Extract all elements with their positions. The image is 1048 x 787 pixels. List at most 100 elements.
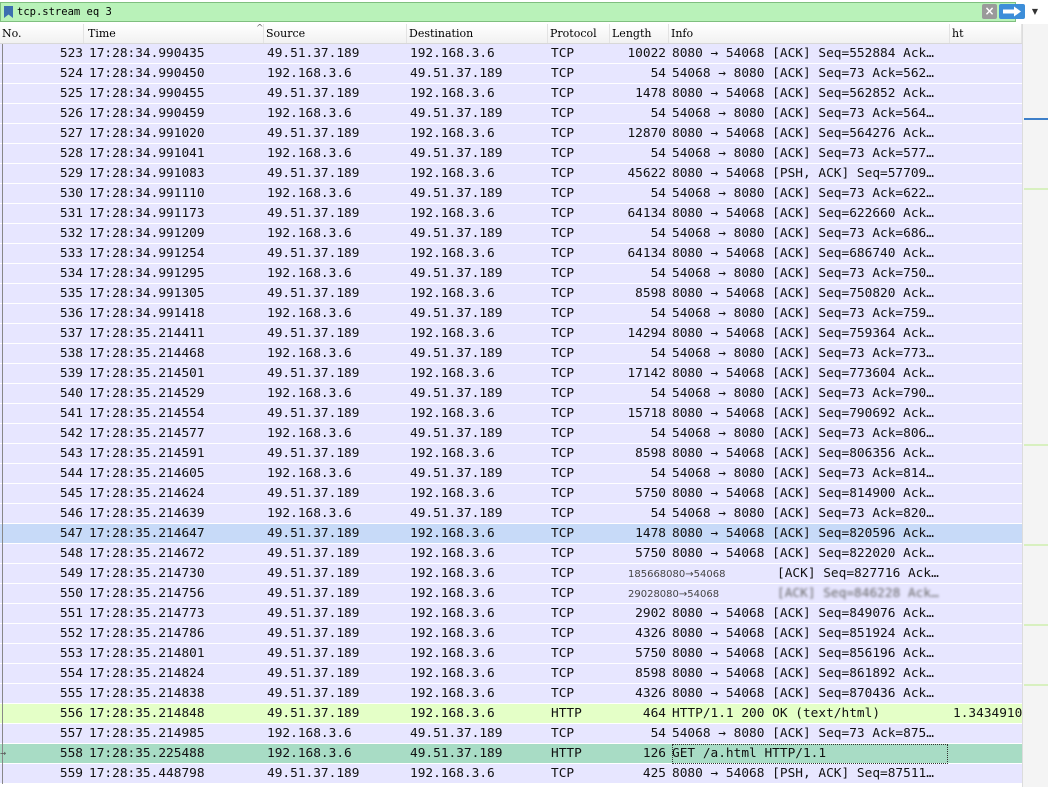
- display-filter-input[interactable]: tcp.stream eq 3: [0, 2, 1016, 22]
- packet-row[interactable]: 523 17:28:34.990435 49.51.37.189 192.168.3.…: [0, 44, 1022, 64]
- apply-filter-button[interactable]: [999, 4, 1025, 19]
- column-header-time[interactable]: Time ^: [86, 24, 264, 43]
- packet-row[interactable]: 527 17:28:34.991020 49.51.37.189 192.168.3.…: [0, 124, 1022, 144]
- packet-row[interactable]: 555 17:28:35.214838 49.51.37.189 192.168.3.…: [0, 684, 1022, 704]
- packet-time: 17:28:35.214838: [89, 686, 205, 701]
- packet-protocol: TCP: [551, 646, 575, 661]
- packet-ht: [953, 64, 1022, 84]
- packet-row[interactable]: 544 17:28:35.214605 192.168.3.6 49.51.37.18…: [0, 464, 1022, 484]
- packet-row[interactable]: 536 17:28:34.991418 192.168.3.6 49.51.37.18…: [0, 304, 1022, 324]
- packet-time: 17:28:35.214577: [89, 426, 205, 441]
- packet-protocol: TCP: [551, 386, 575, 401]
- packet-row[interactable]: 554 17:28:35.214824 49.51.37.189 192.168.3.…: [0, 664, 1022, 684]
- packet-number: 530: [59, 186, 83, 201]
- packet-row[interactable]: 529 17:28:34.991083 49.51.37.189 192.168.3.…: [0, 164, 1022, 184]
- packet-destination: 49.51.37.189: [410, 466, 503, 481]
- packet-row[interactable]: 550 17:28:35.214756 49.51.37.189 192.168.3.…: [0, 584, 1022, 604]
- packet-row[interactable]: 545 17:28:35.214624 49.51.37.189 192.168.3.…: [0, 484, 1022, 504]
- packet-time: 17:28:34.990435: [89, 46, 205, 61]
- packet-row[interactable]: 553 17:28:35.214801 49.51.37.189 192.168.3.…: [0, 644, 1022, 664]
- packet-info: 54068 → 8080 [ACK] Seq=73 Ack=875…: [672, 726, 934, 741]
- column-header-destination[interactable]: Destination: [407, 24, 548, 43]
- packet-number: 543: [59, 446, 83, 461]
- packet-row[interactable]: 533 17:28:34.991254 49.51.37.189 192.168.3.…: [0, 244, 1022, 264]
- packet-source: 49.51.37.189: [267, 326, 360, 341]
- packet-source: 192.168.3.6: [267, 346, 352, 361]
- packet-time: 17:28:35.214756: [89, 586, 205, 601]
- packet-ht: [953, 44, 1022, 64]
- packet-row[interactable]: 559 17:28:35.448798 49.51.37.189 192.168.3.…: [0, 764, 1022, 784]
- packet-row[interactable]: 547 17:28:35.214647 49.51.37.189 192.168.3.…: [0, 524, 1022, 544]
- packet-destination: 49.51.37.189: [410, 186, 503, 201]
- column-header-length[interactable]: Length: [610, 24, 669, 43]
- packet-number: 527: [59, 126, 83, 141]
- packet-row[interactable]: 546 17:28:35.214639 192.168.3.6 49.51.37.18…: [0, 504, 1022, 524]
- packet-row[interactable]: 539 17:28:35.214501 49.51.37.189 192.168.3.…: [0, 364, 1022, 384]
- packet-row[interactable]: 549 17:28:35.214730 49.51.37.189 192.168.3.…: [0, 564, 1022, 584]
- packet-number: 558: [59, 746, 83, 761]
- packet-ht: [953, 724, 1022, 744]
- packet-source: 192.168.3.6: [267, 306, 352, 321]
- packet-row[interactable]: 528 17:28:34.991041 192.168.3.6 49.51.37.18…: [0, 144, 1022, 164]
- packet-time: 17:28:35.214468: [89, 346, 205, 361]
- packet-row[interactable]: 530 17:28:34.991110 192.168.3.6 49.51.37.18…: [0, 184, 1022, 204]
- packet-ht: [953, 684, 1022, 704]
- packet-row[interactable]: 524 17:28:34.990450 192.168.3.6 49.51.37.18…: [0, 64, 1022, 84]
- column-header-ht[interactable]: ht: [950, 24, 1022, 43]
- packet-length: 54: [650, 226, 666, 241]
- packet-ht: [953, 144, 1022, 164]
- packet-row[interactable]: 548 17:28:35.214672 49.51.37.189 192.168.3.…: [0, 544, 1022, 564]
- packet-number: 539: [59, 366, 83, 381]
- packet-row[interactable]: 540 17:28:35.214529 192.168.3.6 49.51.37.18…: [0, 384, 1022, 404]
- packet-ht: [953, 124, 1022, 144]
- packet-number: 540: [59, 386, 83, 401]
- minimap-marker: [1024, 544, 1048, 546]
- packet-info: 8080 → 54068 [ACK] Seq=552884 Ack…: [672, 46, 934, 61]
- column-header-time-label: Time: [88, 27, 116, 40]
- packet-row[interactable]: 538 17:28:35.214468 192.168.3.6 49.51.37.18…: [0, 344, 1022, 364]
- packet-source: 49.51.37.189: [267, 566, 360, 581]
- packet-row[interactable]: 541 17:28:35.214554 49.51.37.189 192.168.3.…: [0, 404, 1022, 424]
- packet-row[interactable]: 532 17:28:34.991209 192.168.3.6 49.51.37.18…: [0, 224, 1022, 244]
- packet-row[interactable]: → 558 17:28:35.225488 192.168.3.6 49.51.37.1…: [0, 744, 1022, 764]
- packet-number: 525: [59, 86, 83, 101]
- packet-number: 548: [59, 546, 83, 561]
- packet-length: 5750: [635, 646, 666, 661]
- packet-info: 54068 → 8080 [ACK] Seq=73 Ack=759…: [672, 306, 934, 321]
- packet-row[interactable]: 534 17:28:34.991295 192.168.3.6 49.51.37.18…: [0, 264, 1022, 284]
- packet-length: 5750: [635, 546, 666, 561]
- packet-row[interactable]: 556 17:28:35.214848 49.51.37.189 192.168.3.…: [0, 704, 1022, 724]
- packet-ht: [953, 264, 1022, 284]
- packet-row[interactable]: 552 17:28:35.214786 49.51.37.189 192.168.3.…: [0, 624, 1022, 644]
- packet-ht: [953, 464, 1022, 484]
- packet-protocol: TCP: [551, 466, 575, 481]
- clear-filter-button[interactable]: ×: [982, 4, 997, 19]
- packet-protocol: TCP: [551, 686, 575, 701]
- bookmark-icon[interactable]: [4, 6, 13, 18]
- column-header-source[interactable]: Source: [264, 24, 407, 43]
- packet-row[interactable]: 557 17:28:35.214985 192.168.3.6 49.51.37.18…: [0, 724, 1022, 744]
- packet-row[interactable]: 526 17:28:34.990459 192.168.3.6 49.51.37.18…: [0, 104, 1022, 124]
- column-header-protocol[interactable]: Protocol: [548, 24, 610, 43]
- packet-row[interactable]: 551 17:28:35.214773 49.51.37.189 192.168.3.…: [0, 604, 1022, 624]
- packet-row[interactable]: 542 17:28:35.214577 192.168.3.6 49.51.37.18…: [0, 424, 1022, 444]
- packet-destination: 192.168.3.6: [410, 406, 495, 421]
- packet-source: 192.168.3.6: [267, 726, 352, 741]
- packet-source: 49.51.37.189: [267, 766, 360, 781]
- packet-row[interactable]: 535 17:28:34.991305 49.51.37.189 192.168.3.…: [0, 284, 1022, 304]
- packet-row[interactable]: 525 17:28:34.990455 49.51.37.189 192.168.3.…: [0, 84, 1022, 104]
- packet-row[interactable]: 537 17:28:35.214411 49.51.37.189 192.168.3.…: [0, 324, 1022, 344]
- packet-number: 557: [59, 726, 83, 741]
- column-header-info[interactable]: Info: [669, 24, 950, 43]
- packet-time: 17:28:34.990459: [89, 106, 205, 121]
- packet-ht: [953, 284, 1022, 304]
- packet-protocol: TCP: [551, 366, 575, 381]
- filter-history-dropdown[interactable]: ▼: [1029, 6, 1041, 18]
- packet-minimap-scrollbar[interactable]: [1022, 24, 1048, 787]
- packet-info: 8080 → 54068 [ACK] Seq=822020 Ack…: [672, 546, 934, 561]
- packet-row[interactable]: 543 17:28:35.214591 49.51.37.189 192.168.3.…: [0, 444, 1022, 464]
- packet-length: 8598: [635, 286, 666, 301]
- packet-row[interactable]: 531 17:28:34.991173 49.51.37.189 192.168.3.…: [0, 204, 1022, 224]
- column-header-no[interactable]: No.: [0, 24, 84, 43]
- packet-destination: 49.51.37.189: [410, 66, 503, 81]
